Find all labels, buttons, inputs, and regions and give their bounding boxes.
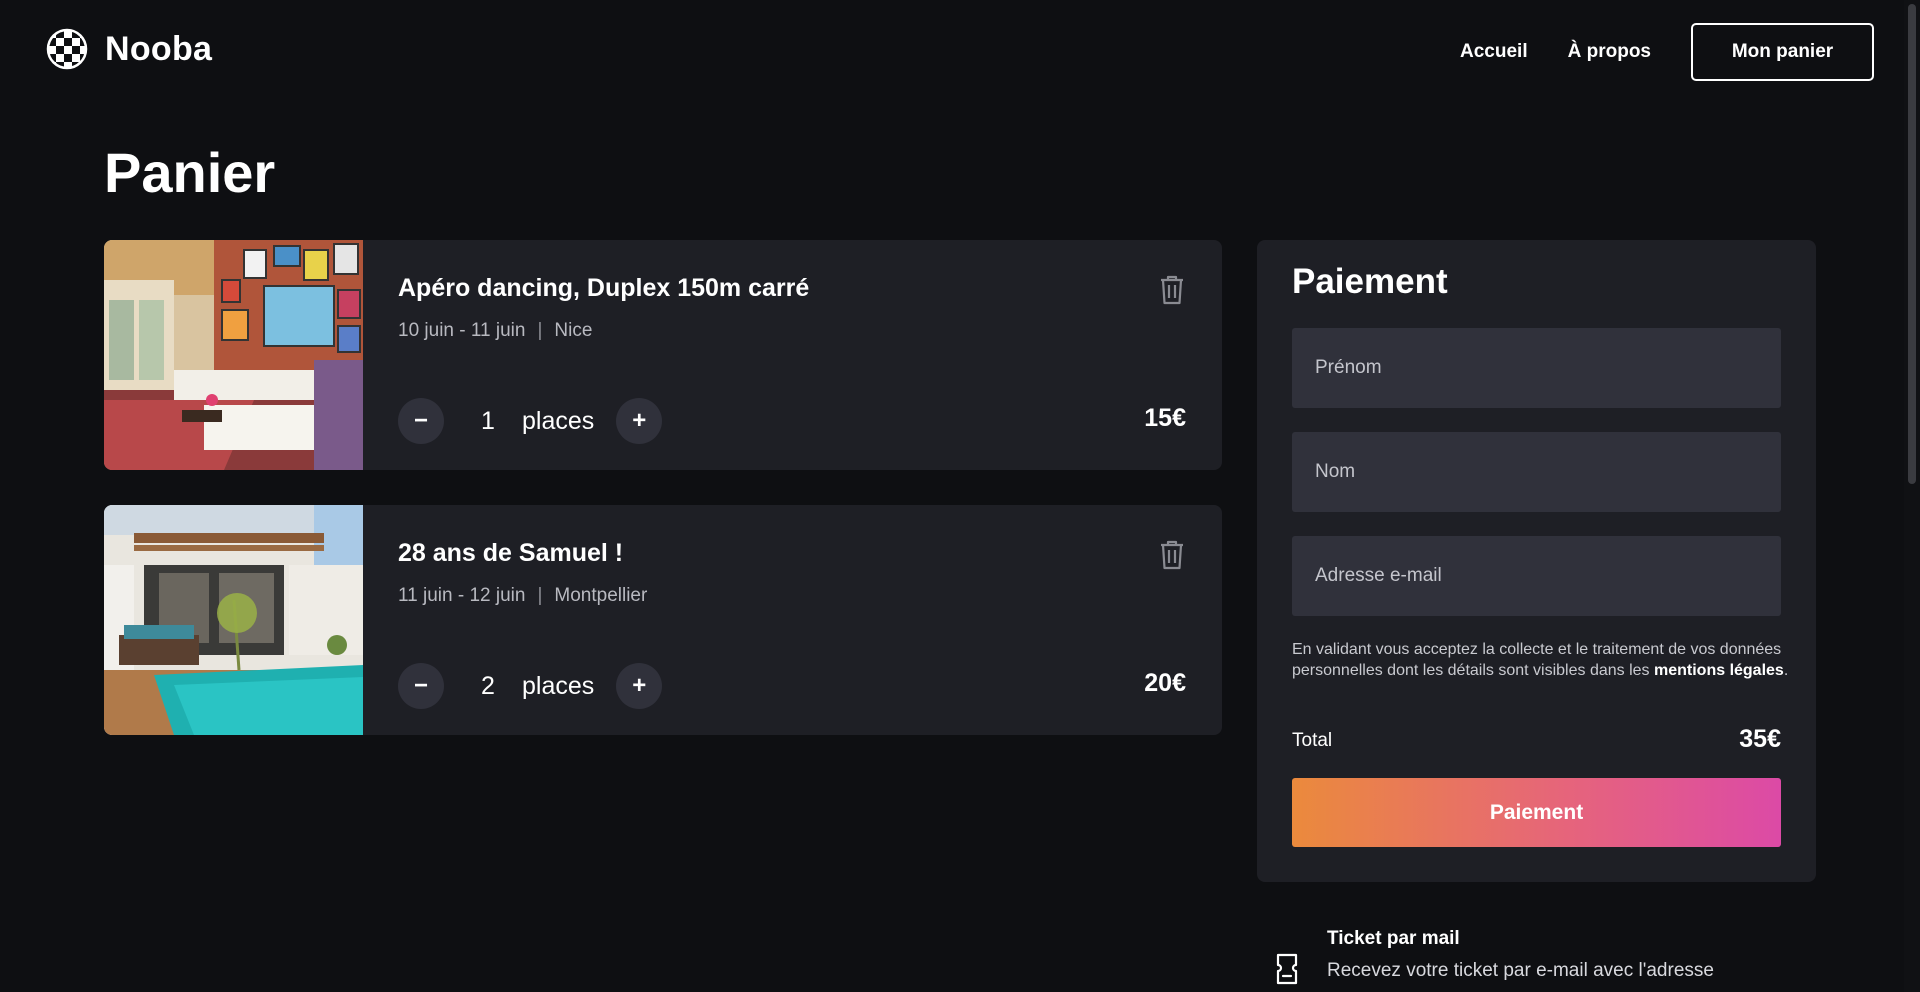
cart-item: Apéro dancing, Duplex 150m carré 10 juin… [104,240,1222,470]
ticket-info-description: Recevez votre ticket par e-mail avec l'a… [1327,960,1714,981]
consent-end: . [1783,662,1789,679]
trash-icon [1161,540,1183,570]
cart-item-title: Apéro dancing, Duplex 150m carré [398,274,810,302]
my-cart-button[interactable]: Mon panier [1691,23,1874,81]
meta-separator: | [537,585,543,606]
cart-item-price: 15€ [1144,404,1186,432]
quantity-stepper: − 2 places + [398,663,663,709]
quantity-value: 2 [481,671,495,700]
ticket-info-title: Ticket par mail [1327,928,1460,949]
nav-link-a-propos[interactable]: À propos [1568,41,1651,63]
page-scrollbar[interactable] [1904,0,1920,992]
legal-notice-link[interactable]: mentions légales [1654,662,1784,679]
quantity-value: 1 [481,406,495,435]
increase-quantity-button[interactable]: + [616,663,663,709]
consent-text: En validant vous acceptez la collecte et… [1292,639,1792,681]
delete-item-button[interactable] [1158,539,1186,571]
quantity-unit: places [522,671,595,700]
page-title: Panier [104,141,276,204]
pool-house-photo [104,505,363,735]
meta-separator: | [537,320,543,341]
payment-title: Paiement [1292,262,1448,301]
cart-item: 28 ans de Samuel ! 11 juin - 12 juin | M… [104,505,1222,735]
main-nav: Accueil À propos Mon panier [1460,23,1874,81]
cart-item-meta: 11 juin - 12 juin | Montpellier [398,585,647,607]
brand-name: Nooba [105,29,213,68]
quantity-stepper: − 1 places + [398,398,663,444]
cart-item-title: 28 ans de Samuel ! [398,539,624,567]
trash-icon [1161,275,1183,305]
total-value: 35€ [1739,725,1781,753]
decrease-quantity-button[interactable]: − [398,398,444,444]
cart-item-city: Nice [554,320,593,341]
delete-item-button[interactable] [1158,274,1186,306]
living-room-photo [104,240,363,470]
email-field[interactable] [1292,536,1781,616]
cart-item-dates: 11 juin - 12 juin [398,585,526,606]
total-label: Total [1292,730,1333,751]
cart-item-price: 20€ [1144,669,1186,697]
decrease-quantity-button[interactable]: − [398,663,444,709]
cart-item-dates: 10 juin - 11 juin [398,320,526,341]
scrollbar-thumb[interactable] [1908,4,1916,484]
checkered-globe-icon [45,27,89,71]
cart-item-city: Montpellier [554,585,648,606]
increase-quantity-button[interactable]: + [616,398,663,444]
cart-item-meta: 10 juin - 11 juin | Nice [398,320,592,342]
ticket-icon [1274,952,1300,986]
quantity-unit: places [522,406,595,435]
header: Nooba Accueil À propos Mon panier [0,0,1904,104]
last-name-field[interactable] [1292,432,1781,512]
brand-logo[interactable]: Nooba [45,27,212,71]
submit-payment-button[interactable]: Paiement [1292,778,1781,847]
first-name-field[interactable] [1292,328,1781,408]
nav-link-accueil[interactable]: Accueil [1460,41,1528,63]
payment-panel: Paiement En validant vous acceptez la co… [1257,240,1816,882]
